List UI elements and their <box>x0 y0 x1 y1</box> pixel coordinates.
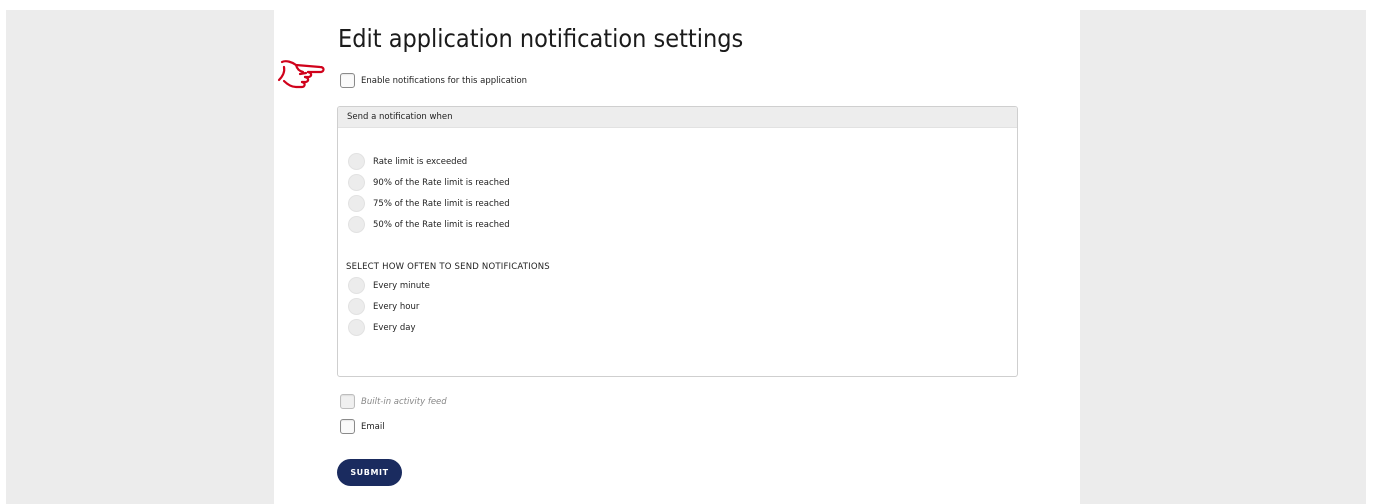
email-option[interactable]: Email <box>340 419 385 434</box>
threshold-option-90[interactable]: 90% of the Rate limit is reached <box>348 174 510 191</box>
radio-label: 90% of the Rate limit is reached <box>373 177 510 188</box>
radio-label: Every day <box>373 322 416 333</box>
activity-feed-option[interactable]: Built-in activity feed <box>340 394 447 409</box>
activity-feed-label: Built-in activity feed <box>361 396 447 407</box>
radio-label: 75% of the Rate limit is reached <box>373 198 510 209</box>
email-label: Email <box>361 421 385 432</box>
submit-button[interactable]: SUBMIT <box>337 459 402 486</box>
enable-notifications-label: Enable notifications for this applicatio… <box>361 75 528 86</box>
radio-button[interactable] <box>348 319 365 336</box>
radio-label: Every hour <box>373 301 420 312</box>
frequency-heading: SELECT HOW OFTEN TO SEND NOTIFICATIONS <box>346 262 550 272</box>
threshold-option-exceeded[interactable]: Rate limit is exceeded <box>348 153 467 170</box>
radio-button[interactable] <box>348 153 365 170</box>
threshold-option-75[interactable]: 75% of the Rate limit is reached <box>348 195 510 212</box>
radio-button[interactable] <box>348 277 365 294</box>
frequency-option-hour[interactable]: Every hour <box>348 298 419 315</box>
radio-button[interactable] <box>348 216 365 233</box>
frequency-option-day[interactable]: Every day <box>348 319 416 336</box>
radio-label: Every minute <box>373 280 430 291</box>
panel-header: Send a notification when <box>338 107 1017 128</box>
radio-button[interactable] <box>348 195 365 212</box>
threshold-option-50[interactable]: 50% of the Rate limit is reached <box>348 216 510 233</box>
notification-conditions-panel: Send a notification when Rate limit is e… <box>337 106 1018 377</box>
radio-label: 50% of the Rate limit is reached <box>373 219 510 230</box>
page-title: Edit application notification settings <box>338 24 744 53</box>
enable-notifications-checkbox[interactable] <box>340 73 355 88</box>
pointing-hand-icon <box>277 60 325 89</box>
radio-label: Rate limit is exceeded <box>373 156 468 167</box>
enable-notifications-option[interactable]: Enable notifications for this applicatio… <box>340 73 527 88</box>
email-checkbox[interactable] <box>340 419 355 434</box>
radio-button[interactable] <box>348 174 365 191</box>
radio-button[interactable] <box>348 298 365 315</box>
frequency-option-minute[interactable]: Every minute <box>348 277 430 294</box>
activity-feed-checkbox[interactable] <box>340 394 355 409</box>
settings-card: Edit application notification settings E… <box>274 10 1080 504</box>
